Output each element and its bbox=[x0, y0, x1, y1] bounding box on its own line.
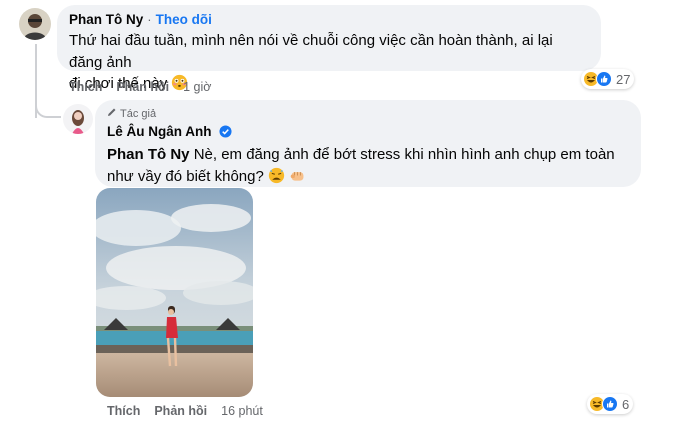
reply-action[interactable]: Phản hồi bbox=[116, 80, 169, 94]
reply-photo[interactable] bbox=[96, 188, 253, 397]
comment-bubble: Phan Tô Ny · Theo dõi Thứ hai đầu tuần, … bbox=[57, 5, 601, 92]
comment-text-line-1: Thứ hai đầu tuần, mình nên nói về chuỗi … bbox=[69, 32, 553, 71]
like-icon bbox=[602, 396, 618, 412]
comment-reactions[interactable]: 27 bbox=[581, 69, 635, 89]
mention-link[interactable]: Phan Tô Ny bbox=[107, 146, 190, 163]
verified-badge-icon bbox=[219, 125, 232, 138]
pencil-icon bbox=[107, 107, 117, 120]
separator-dot: · bbox=[147, 12, 152, 27]
comment-author-name[interactable]: Phan Tô Ny bbox=[69, 12, 143, 27]
reply-like-action[interactable]: Thích bbox=[107, 404, 140, 418]
follow-button[interactable]: Theo dõi bbox=[156, 12, 212, 27]
reply-text: Phan Tô Ny Nè, em đăng ảnh để bớt stress… bbox=[107, 144, 629, 191]
reply-timestamp[interactable]: 16 phút bbox=[221, 404, 263, 418]
thread-line-curve bbox=[35, 100, 61, 118]
reply-author-name[interactable]: Lê Âu Ngân Anh bbox=[107, 124, 212, 139]
reply-actions: Thích Phản hồi 16 phút bbox=[107, 404, 263, 418]
commenter-avatar[interactable] bbox=[19, 8, 51, 40]
reply-reaction-count: 6 bbox=[622, 396, 630, 412]
author-badge: Tác giả bbox=[107, 107, 629, 120]
reply-text-line-1-wrap: Phan Tô Ny Nè, em đăng ảnh để bớt stress… bbox=[107, 144, 629, 166]
reply-bubble: Tác giả Lê Âu Ngân Anh Phan Tô Ny Nè, em… bbox=[95, 100, 641, 187]
like-action[interactable]: Thích bbox=[69, 80, 102, 94]
reply-text-line-1: Nè, em đăng ảnh để bớt stress khi nhìn h… bbox=[193, 146, 615, 163]
comment-actions: Thích Phản hồi 1 giờ bbox=[69, 80, 211, 94]
comment-reaction-count: 27 bbox=[616, 71, 631, 87]
like-icon bbox=[596, 71, 612, 87]
author-badge-label: Tác giả bbox=[120, 107, 157, 120]
reply-text-line-2: như vầy đó biết không? bbox=[107, 168, 264, 185]
reply-reply-action[interactable]: Phản hồi bbox=[154, 404, 207, 418]
reply-author-avatar[interactable] bbox=[63, 104, 93, 134]
weary-face-icon bbox=[268, 167, 285, 191]
fist-icon bbox=[289, 167, 306, 191]
reply-reactions[interactable]: 6 bbox=[587, 394, 634, 414]
comment-timestamp[interactable]: 1 giờ bbox=[183, 80, 211, 94]
